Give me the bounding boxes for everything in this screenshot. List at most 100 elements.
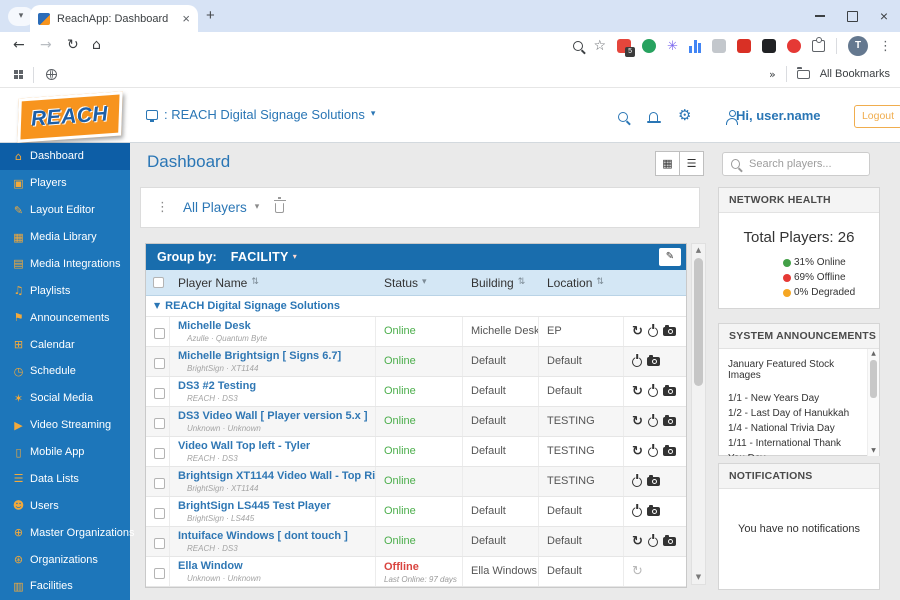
refresh-icon[interactable]: ↻ <box>632 535 643 548</box>
column-building[interactable]: Building⇅ <box>463 276 539 290</box>
sidebar-item-schedule[interactable]: ◷Schedule <box>0 358 130 385</box>
edit-group-button[interactable]: ✎ <box>659 248 681 266</box>
row-checkbox[interactable] <box>154 538 165 549</box>
logout-button[interactable]: Logout <box>854 105 900 128</box>
extension-icon-chart[interactable] <box>689 40 701 53</box>
sidebar-item-master-organizations[interactable]: ⊕Master Organizations <box>0 519 130 546</box>
sidebar-item-users[interactable]: ☻Users <box>0 492 130 519</box>
player-name-link[interactable]: Intuiface Windows [ dont touch ] <box>178 530 375 542</box>
sidebar-item-dashboard[interactable]: ⌂Dashboard <box>0 143 130 170</box>
profile-avatar[interactable]: T <box>848 36 868 56</box>
bookmark-star-icon[interactable]: ☆ <box>594 39 607 53</box>
sidebar-item-mobile-app[interactable]: ▯Mobile App <box>0 439 130 466</box>
refresh-icon-disabled[interactable]: ↻ <box>632 565 643 578</box>
extension-icon-pdf[interactable] <box>737 39 751 53</box>
player-name-link[interactable]: Brightsign XT1144 Video Wall - Top Right <box>178 470 375 482</box>
scrollbar-thumb[interactable] <box>870 360 877 398</box>
new-tab-button[interactable]: + <box>206 6 215 26</box>
filter-chevron-icon[interactable]: ▾ <box>255 203 260 212</box>
power-icon[interactable] <box>632 507 642 517</box>
sidebar-item-announcements[interactable]: ⚑Announcements <box>0 304 130 331</box>
window-minimize-icon[interactable] <box>815 15 825 17</box>
sidebar-item-layout-editor[interactable]: ✎Layout Editor <box>0 197 130 224</box>
row-checkbox[interactable] <box>154 358 165 369</box>
extension-icon-black[interactable] <box>762 39 776 53</box>
facility-group-row[interactable]: ▼ REACH Digital Signage Solutions <box>146 296 686 317</box>
sidebar-item-players[interactable]: ▣Players <box>0 170 130 197</box>
refresh-icon[interactable]: ↻ <box>632 415 643 428</box>
power-icon[interactable] <box>648 327 658 337</box>
table-scrollbar[interactable]: ▲ ▼ <box>691 243 706 585</box>
power-icon[interactable] <box>648 537 658 547</box>
extensions-puzzle-icon[interactable] <box>812 40 825 52</box>
back-icon[interactable]: ← <box>13 38 25 52</box>
sidebar-item-facilities[interactable]: ▥Facilities <box>0 573 130 600</box>
screenshot-camera-icon[interactable] <box>663 387 676 396</box>
globe-bookmark-icon[interactable] <box>46 69 57 80</box>
column-status[interactable]: Status▾ <box>376 276 463 290</box>
screenshot-camera-icon[interactable] <box>647 357 660 366</box>
player-name-link[interactable]: Video Wall Top left - Tyler <box>178 440 375 452</box>
row-checkbox[interactable] <box>154 478 165 489</box>
refresh-icon[interactable]: ↻ <box>632 325 643 338</box>
trash-icon[interactable] <box>275 203 284 213</box>
row-checkbox[interactable] <box>154 418 165 429</box>
scroll-up-icon[interactable]: ▲ <box>868 351 879 357</box>
screenshot-camera-icon[interactable] <box>663 327 676 336</box>
reload-icon[interactable]: ↻ <box>67 38 79 52</box>
power-icon[interactable] <box>648 417 658 427</box>
player-name-link[interactable]: BrightSign LS445 Test Player <box>178 500 375 512</box>
sidebar-item-data-lists[interactable]: ☰Data Lists <box>0 466 130 493</box>
apps-grid-icon[interactable] <box>14 70 18 74</box>
list-view-icon[interactable]: ☰ <box>680 151 704 176</box>
row-checkbox[interactable] <box>154 448 165 459</box>
screenshot-camera-icon[interactable] <box>663 447 676 456</box>
row-checkbox[interactable] <box>154 508 165 519</box>
column-player-name[interactable]: Player Name⇅ <box>170 276 376 290</box>
select-all-checkbox[interactable] <box>153 277 164 288</box>
row-checkbox[interactable] <box>154 328 165 339</box>
column-location[interactable]: Location⇅ <box>539 276 624 290</box>
player-name-link[interactable]: Michelle Desk <box>178 320 375 332</box>
extension-icon-purple[interactable]: ✳ <box>667 40 678 53</box>
scroll-down-icon[interactable]: ▼ <box>868 448 879 454</box>
forward-icon[interactable]: → <box>40 38 52 52</box>
extension-icon-red[interactable]: 5 <box>617 39 631 53</box>
home-icon[interactable]: ⌂ <box>92 38 101 52</box>
player-name-link[interactable]: Michelle Brightsign [ Signs 6.7] <box>178 350 375 362</box>
extension-icon-red-circle[interactable] <box>787 39 801 53</box>
power-icon[interactable] <box>648 387 658 397</box>
power-icon[interactable] <box>648 447 658 457</box>
org-selector[interactable]: : REACH Digital Signage Solutions ▾ <box>146 107 375 122</box>
browser-tab[interactable]: ReachApp: Dashboard × <box>30 5 198 32</box>
extension-icon-green[interactable] <box>642 39 656 53</box>
all-bookmarks-label[interactable]: All Bookmarks <box>820 68 890 80</box>
screenshot-camera-icon[interactable] <box>663 537 676 546</box>
power-icon[interactable] <box>632 357 642 367</box>
screenshot-camera-icon[interactable] <box>647 507 660 516</box>
tab-close-icon[interactable]: × <box>182 11 190 26</box>
sidebar-item-media-integrations[interactable]: ▤Media Integrations <box>0 251 130 278</box>
player-name-link[interactable]: DS3 #2 Testing <box>178 380 375 392</box>
bookmarks-overflow-icon[interactable]: » <box>769 69 776 80</box>
search-players-input[interactable] <box>747 157 861 171</box>
window-close-icon[interactable]: × <box>880 9 888 23</box>
row-checkbox[interactable] <box>154 568 165 579</box>
sidebar-item-social-media[interactable]: ✶Social Media <box>0 385 130 412</box>
app-search-icon[interactable] <box>618 112 628 122</box>
player-filter-dropdown[interactable]: All Players <box>183 200 247 215</box>
scrollbar-thumb[interactable] <box>694 258 703 386</box>
scroll-down-icon[interactable]: ▼ <box>692 574 705 581</box>
sidebar-item-calendar[interactable]: ⊞Calendar <box>0 331 130 358</box>
notifications-bell-icon[interactable] <box>648 112 660 125</box>
refresh-icon[interactable]: ↻ <box>632 385 643 398</box>
scroll-up-icon[interactable]: ▲ <box>692 247 705 254</box>
player-name-link[interactable]: DS3 Video Wall [ Player version 5.x ] <box>178 410 375 422</box>
announcements-scrollbar[interactable]: ▲ ▼ <box>867 349 879 456</box>
window-maximize-icon[interactable] <box>847 11 858 22</box>
refresh-icon[interactable]: ↻ <box>632 445 643 458</box>
screenshot-camera-icon[interactable] <box>647 477 660 486</box>
reach-logo[interactable]: REACH <box>17 91 122 142</box>
sidebar-item-playlists[interactable]: ♫Playlists <box>0 277 130 304</box>
row-checkbox[interactable] <box>154 388 165 399</box>
